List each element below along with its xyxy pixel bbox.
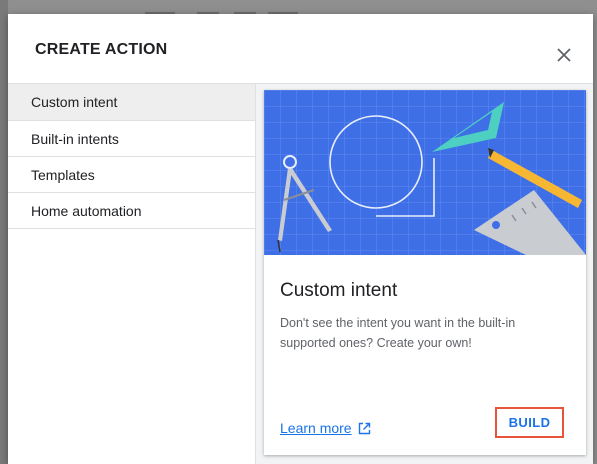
sidebar-item-label: Home automation — [31, 202, 142, 219]
background-edge — [0, 0, 8, 464]
card-title: Custom intent — [280, 280, 398, 301]
sidebar-item-built-in-intents[interactable]: Built-in intents — [8, 121, 255, 157]
sidebar-item-templates[interactable]: Templates — [8, 157, 255, 193]
open-in-new-icon — [358, 422, 370, 434]
content-panel: Custom intent Don't see the intent you w… — [256, 84, 593, 464]
create-action-dialog: CREATE ACTION Custom intent Built-in int… — [8, 14, 593, 464]
action-type-sidebar: Custom intent Built-in intents Templates… — [8, 84, 256, 464]
sidebar-item-home-automation[interactable]: Home automation — [8, 193, 255, 229]
custom-intent-card: Custom intent Don't see the intent you w… — [264, 90, 586, 455]
dialog-title: CREATE ACTION — [35, 41, 168, 58]
learn-more-link[interactable]: Learn more — [280, 420, 371, 436]
sidebar-item-label: Custom intent — [31, 94, 118, 110]
dialog-header: CREATE ACTION — [8, 14, 593, 84]
sidebar-item-label: Built-in intents — [31, 130, 119, 147]
build-button[interactable]: BUILD — [495, 407, 564, 438]
learn-more-label: Learn more — [280, 420, 352, 436]
card-description: Don't see the intent you want in the bui… — [280, 316, 516, 350]
close-icon — [557, 48, 571, 62]
sidebar-item-label: Templates — [31, 166, 95, 183]
sidebar-item-custom-intent[interactable]: Custom intent — [8, 84, 255, 121]
close-button[interactable] — [553, 44, 575, 66]
drafting-tools-illustration — [264, 90, 586, 255]
